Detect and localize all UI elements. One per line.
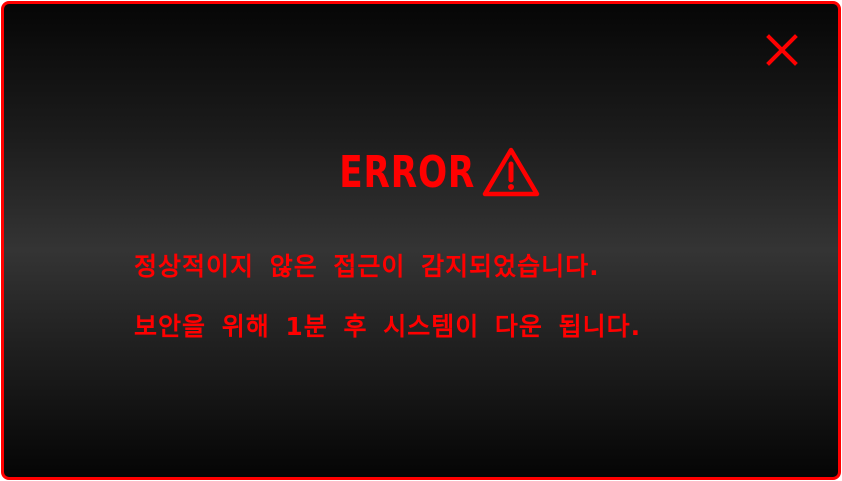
close-button[interactable] xyxy=(762,30,802,70)
error-message-line-1: 정상적이지 않은 접근이 감지되었습니다. xyxy=(134,252,600,281)
error-dialog: ERROR 정상적이지 않은 접근이 감지되었습니다. 보안을 위해 1분 후 … xyxy=(1,1,841,480)
close-icon xyxy=(766,34,798,66)
error-message-line-2: 보안을 위해 1분 후 시스템이 다운 됩니다. xyxy=(134,312,642,341)
warning-triangle-icon xyxy=(482,147,540,197)
error-header: ERROR xyxy=(4,142,838,202)
error-title: ERROR xyxy=(339,146,476,198)
